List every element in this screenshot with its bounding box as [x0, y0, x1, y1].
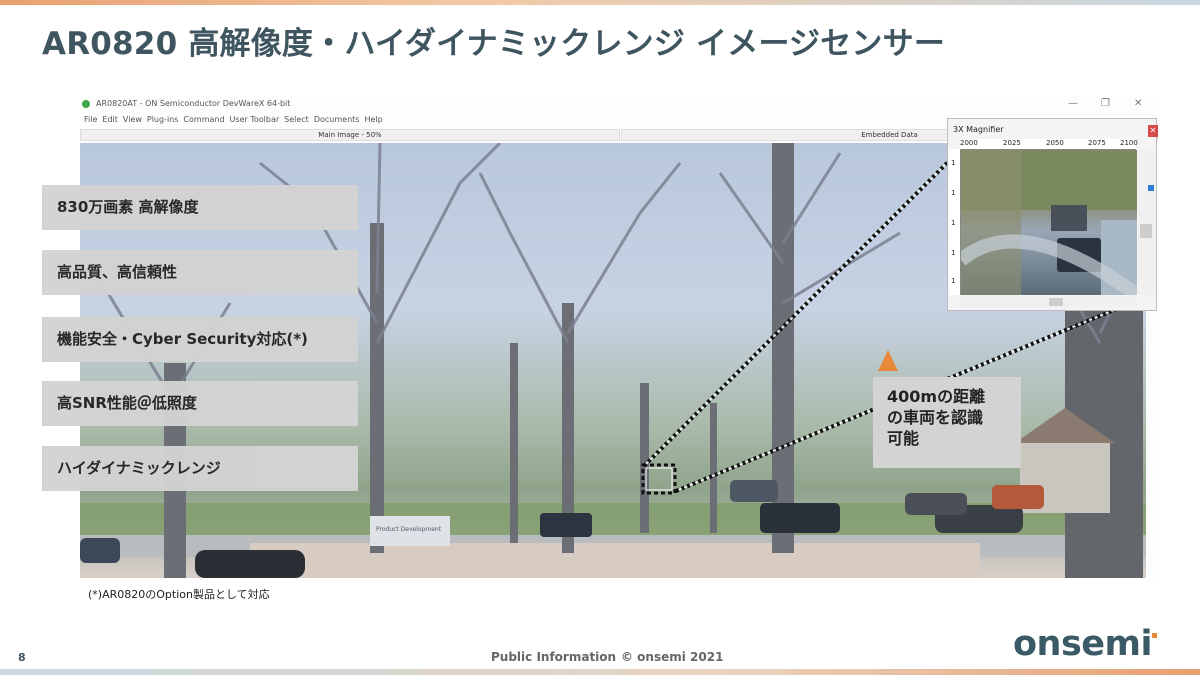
ruler-x-tick: 2100 [1120, 139, 1138, 147]
onsemi-logo: onsemi [1013, 624, 1153, 664]
ruler-x-tick: 2075 [1088, 139, 1106, 147]
ruler-x-tick: 2000 [960, 139, 978, 147]
ruler-y-tick: 1 [951, 249, 956, 257]
footer-copyright: © onsemi 2021 [621, 650, 724, 664]
ruler-y-tick: 1 [951, 189, 956, 197]
magnifier-close-icon[interactable]: ✕ [1148, 125, 1158, 137]
magnifier-ruler-y: 1 1 1 1 1 [949, 149, 961, 295]
ruler-y-tick: 1 [951, 159, 956, 167]
magnifier-vertical-scrollbar[interactable] [1138, 150, 1155, 295]
feature-hdr: ハイダイナミックレンジ [42, 446, 358, 491]
ruler-y-tick: 1 [951, 219, 956, 227]
magnified-scene [961, 150, 1137, 295]
magnifier-title: 3X Magnifier [953, 125, 1004, 134]
magnifier-ruler-x: 2000 2025 2050 2075 2100 [960, 139, 1138, 150]
ruler-x-tick: 2050 [1046, 139, 1064, 147]
logo-accent-dot [1152, 633, 1157, 638]
bottom-accent-bar [0, 669, 1200, 675]
feature-safety: 機能安全・Cyber Security対応(*) [42, 317, 358, 362]
ruler-x-tick: 2025 [1003, 139, 1021, 147]
page-number: 8 [18, 651, 26, 664]
ruler-y-tick: 1 [951, 277, 956, 285]
footnote: (*)AR0820のOption製品として対応 [88, 588, 270, 601]
magnifier-window: 3X Magnifier ✕ 2000 2025 2050 2075 2100 … [947, 118, 1158, 311]
feature-quality: 高品質、高信頼性 [42, 250, 358, 295]
detection-callout: 400mの距離 の車両を認識 可能 [873, 377, 1021, 468]
feature-snr: 高SNR性能＠低照度 [42, 381, 358, 426]
footer-classification: Public Information [491, 650, 617, 664]
magnifier-horizontal-scrollbar[interactable] [961, 296, 1137, 308]
feature-resolution: 830万画素 高解像度 [42, 185, 358, 230]
magnified-view [961, 150, 1137, 295]
